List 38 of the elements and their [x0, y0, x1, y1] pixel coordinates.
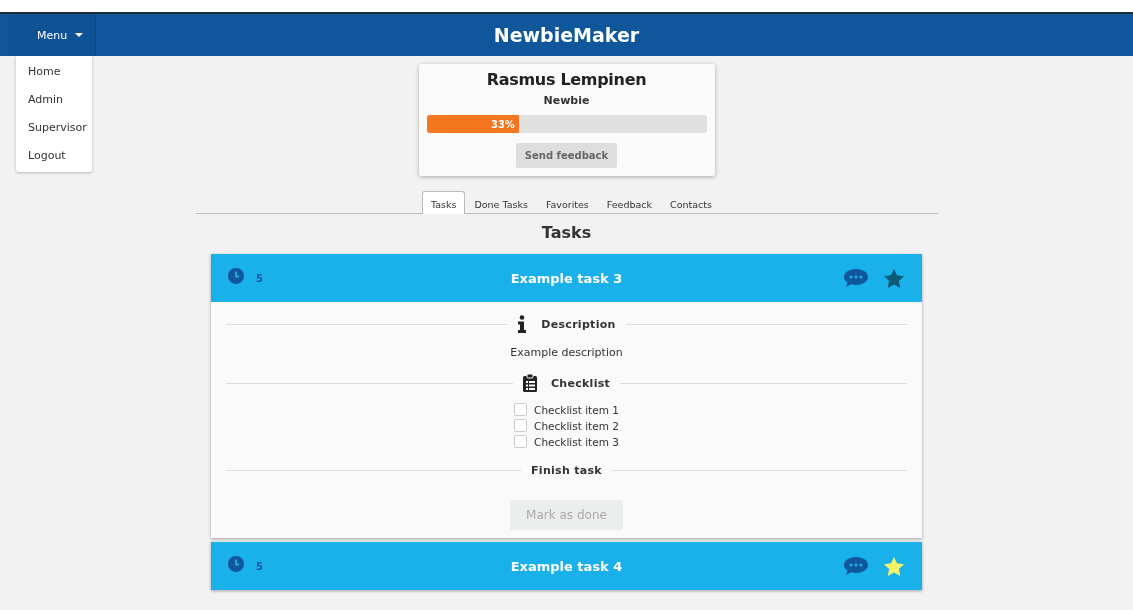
checkbox[interactable] [514, 419, 528, 432]
send-feedback-button[interactable]: Send feedback [515, 143, 618, 168]
comment-icon[interactable] [843, 268, 869, 288]
clock-icon [228, 556, 244, 572]
tab[interactable]: Tasks [422, 191, 466, 214]
user-name: Rasmus Lempinen [485, 70, 648, 89]
menu-button[interactable]: Menu [9, 14, 97, 56]
task-title: Example task 3 [510, 270, 623, 286]
comment-icon[interactable] [843, 556, 869, 576]
checkbox[interactable] [514, 403, 528, 416]
star-icon[interactable] [883, 555, 905, 577]
task-description: Example description [509, 346, 624, 359]
section-heading: Checklist [550, 376, 611, 390]
duration-value: 5 [256, 272, 263, 284]
tab[interactable]: Favorites [536, 191, 598, 214]
app-title: NewbieMaker [493, 24, 640, 46]
page-heading: Tasks [540, 223, 593, 242]
checklist-label: Checklist item 1 [534, 403, 619, 416]
clipboard-icon [522, 374, 537, 392]
star-icon[interactable] [883, 267, 905, 289]
duration-value: 5 [256, 560, 263, 572]
tab[interactable]: Done Tasks [465, 191, 537, 214]
progress-label: 33% [490, 118, 515, 130]
tab[interactable]: Contacts [661, 191, 721, 214]
menu-item[interactable]: Home [16, 58, 92, 86]
section-heading: Description [541, 317, 616, 331]
tab[interactable]: Feedback [597, 191, 662, 214]
info-icon [517, 315, 528, 333]
clock-icon [228, 268, 244, 284]
menu-item[interactable]: Supervisor [16, 114, 92, 142]
checkbox[interactable] [514, 435, 528, 448]
section-heading: Finish task [531, 463, 602, 477]
menu-item[interactable]: Logout [16, 142, 92, 170]
task-title: Example task 4 [510, 558, 623, 574]
checklist-label: Checklist item 3 [534, 435, 619, 448]
user-role: Newbie [542, 94, 591, 107]
checklist-label: Checklist item 2 [534, 419, 619, 432]
menu-item[interactable]: Admin [16, 86, 92, 114]
